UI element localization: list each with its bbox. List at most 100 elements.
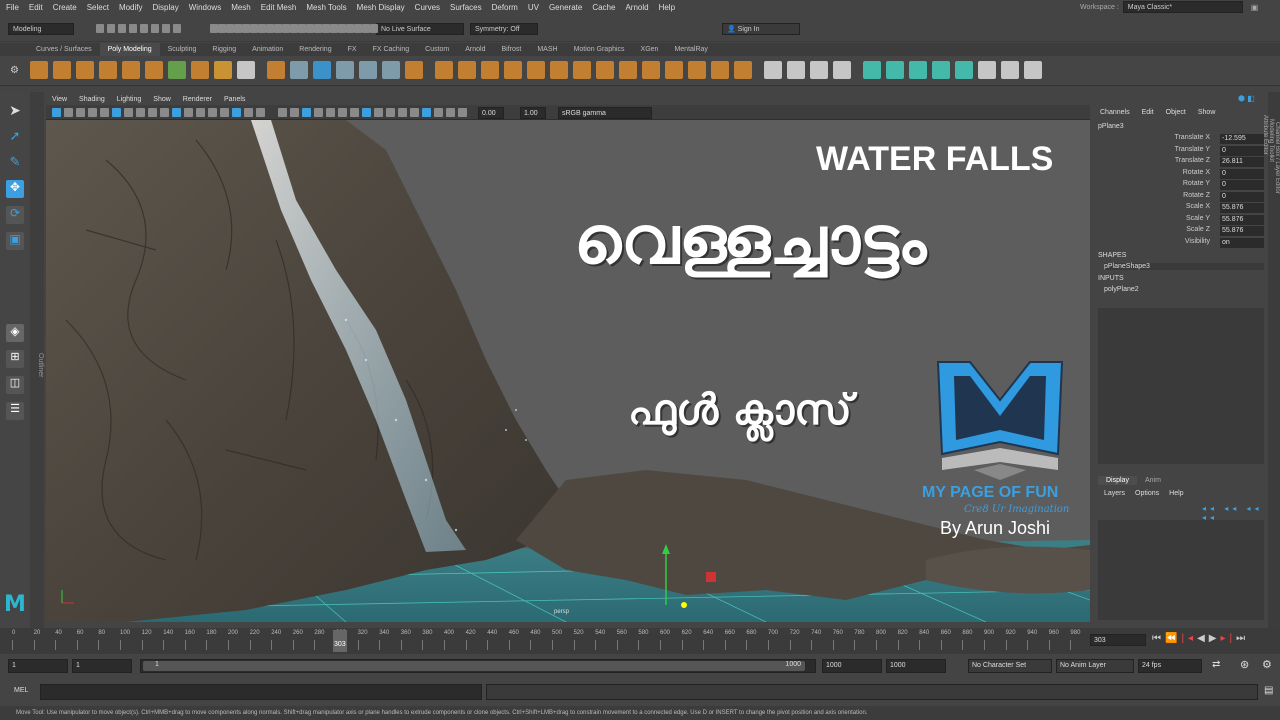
go-start-icon[interactable]: ⏮ (1152, 633, 1165, 644)
menu-select[interactable]: Select (87, 3, 109, 12)
shelf-tool-icon[interactable] (53, 61, 71, 79)
status-tool-icon[interactable] (210, 24, 218, 33)
shelf-tool-icon[interactable] (642, 61, 660, 79)
status-tool-icon[interactable] (96, 24, 104, 33)
menu-help[interactable]: Help (659, 3, 675, 12)
shelf-tool-icon[interactable] (435, 61, 453, 79)
viewport-tool-icon[interactable] (220, 108, 229, 117)
status-tool-icon[interactable] (242, 24, 250, 33)
channel-value[interactable]: 26.811 (1220, 157, 1264, 167)
shelf-tool-icon[interactable] (267, 61, 285, 79)
shelf-tool-icon[interactable] (787, 61, 805, 79)
shelf-tab-motion-graphics[interactable]: Motion Graphics (566, 43, 633, 56)
mode-dropdown[interactable]: Modeling (8, 23, 74, 35)
channel-value[interactable]: -12.595 (1220, 134, 1264, 144)
status-tool-icon[interactable] (226, 24, 234, 33)
viewport-tool-icon[interactable] (338, 108, 347, 117)
start-time-field[interactable]: 1 (8, 659, 68, 673)
shelf-tab-mash[interactable]: MASH (529, 43, 565, 56)
menu-create[interactable]: Create (53, 3, 77, 12)
shelf-tool-icon[interactable] (573, 61, 591, 79)
end-time-field[interactable]: 1000 (886, 659, 946, 673)
shelf-tool-icon[interactable] (550, 61, 568, 79)
status-tool-icon[interactable] (354, 24, 362, 33)
script-editor-icon[interactable]: ▤ (1264, 685, 1273, 696)
shelf-settings-icon[interactable]: ⚙ (10, 65, 19, 76)
mel-label[interactable]: MEL (14, 687, 28, 694)
channel-value[interactable]: 0 (1220, 180, 1264, 190)
rotate-tool-icon[interactable]: ⟳ (6, 206, 24, 224)
gamma-field[interactable]: 1.00 (520, 107, 546, 119)
status-tool-icon[interactable] (218, 24, 226, 33)
panel-menu-shading[interactable]: Shading (79, 96, 105, 103)
shelf-tool-icon[interactable] (909, 61, 927, 79)
shelf-tool-icon[interactable] (527, 61, 545, 79)
status-tool-icon[interactable] (346, 24, 354, 33)
go-end-icon[interactable]: ⏭ (1236, 633, 1249, 644)
shelf-tool-icon[interactable] (619, 61, 637, 79)
viewport-tool-icon[interactable] (184, 108, 193, 117)
status-tool-icon[interactable] (129, 24, 137, 33)
playback-start-field[interactable]: 1 (72, 659, 132, 673)
viewport-tool-icon[interactable] (434, 108, 443, 117)
shelf-tool-icon[interactable] (76, 61, 94, 79)
shelf-tool-icon[interactable] (932, 61, 950, 79)
menu-modify[interactable]: Modify (119, 3, 143, 12)
shelf-tool-icon[interactable] (405, 61, 423, 79)
channel-value[interactable]: 0 (1220, 168, 1264, 179)
play-back-icon[interactable]: ◀ (1197, 633, 1209, 644)
shelf-tool-icon[interactable] (886, 61, 904, 79)
four-view-icon[interactable]: ⊞ (6, 350, 24, 368)
range-slider[interactable]: 1 1000 (140, 659, 816, 673)
status-tool-icon[interactable] (118, 24, 126, 33)
shelf-tool-icon[interactable] (145, 61, 163, 79)
shelf-tab-bifrost[interactable]: Bifrost (494, 43, 530, 56)
live-surface-field[interactable]: No Live Surface (376, 23, 464, 35)
shelf-tool-icon[interactable] (214, 61, 232, 79)
shelf-tool-icon[interactable] (764, 61, 782, 79)
channel-row[interactable]: Visibility on (1092, 237, 1268, 249)
move-tool-icon[interactable]: ✥ (6, 180, 24, 198)
two-view-icon[interactable]: ◫ (6, 376, 24, 394)
prev-key-icon[interactable]: |◂ (1181, 633, 1197, 644)
menu-arnold[interactable]: Arnold (625, 3, 648, 12)
viewport-tool-icon[interactable] (136, 108, 145, 117)
menu-edit-mesh[interactable]: Edit Mesh (261, 3, 297, 12)
shelf-tool-icon[interactable] (978, 61, 996, 79)
menu-mesh[interactable]: Mesh (231, 3, 251, 12)
status-tool-icon[interactable] (322, 24, 330, 33)
viewport-tool-icon[interactable] (256, 108, 265, 117)
shelf-tab-poly-modeling[interactable]: Poly Modeling (99, 43, 160, 56)
shelf-tool-icon[interactable] (863, 61, 881, 79)
shelf-tool-icon[interactable] (1001, 61, 1019, 79)
menu-mesh-display[interactable]: Mesh Display (357, 3, 405, 12)
shelf-tool-icon[interactable] (30, 61, 48, 79)
shelf-tool-icon[interactable] (596, 61, 614, 79)
time-slider[interactable]: 0 20 40 60 80 100 120 140 160 180 200 220 240 260 280 3… (0, 628, 1280, 654)
shelf-tab-sculpting[interactable]: Sculpting (160, 43, 205, 56)
command-input[interactable] (40, 684, 482, 700)
viewport-tool-icon[interactable] (208, 108, 217, 117)
viewport-tool-icon[interactable] (148, 108, 157, 117)
status-tool-icon[interactable] (266, 24, 274, 33)
menu-edit[interactable]: Edit (29, 3, 43, 12)
shelf-tool-icon[interactable] (833, 61, 851, 79)
shelf-tab-xgen[interactable]: XGen (633, 43, 667, 56)
viewport-tool-icon[interactable] (350, 108, 359, 117)
playback-end-field[interactable]: 1000 (822, 659, 882, 673)
shelf-tool-icon[interactable] (99, 61, 117, 79)
menu-file[interactable]: File (6, 3, 19, 12)
status-tool-icon[interactable] (250, 24, 258, 33)
shelf-tool-icon[interactable] (290, 61, 308, 79)
status-tool-icon[interactable] (314, 24, 322, 33)
shelf-tool-icon[interactable] (382, 61, 400, 79)
window-icon[interactable]: ▣ (1251, 3, 1259, 12)
shelf-tool-icon[interactable] (665, 61, 683, 79)
channel-value[interactable]: 55.876 (1220, 203, 1264, 213)
panel-menu-show[interactable]: Show (153, 96, 171, 103)
viewport-tool-icon[interactable] (290, 108, 299, 117)
shelf-tool-icon[interactable] (191, 61, 209, 79)
viewport-tool-icon[interactable] (278, 108, 287, 117)
panel-menu-renderer[interactable]: Renderer (183, 96, 212, 103)
tab-channel-box[interactable]: Channel Box / Layer Editor (1274, 98, 1280, 218)
